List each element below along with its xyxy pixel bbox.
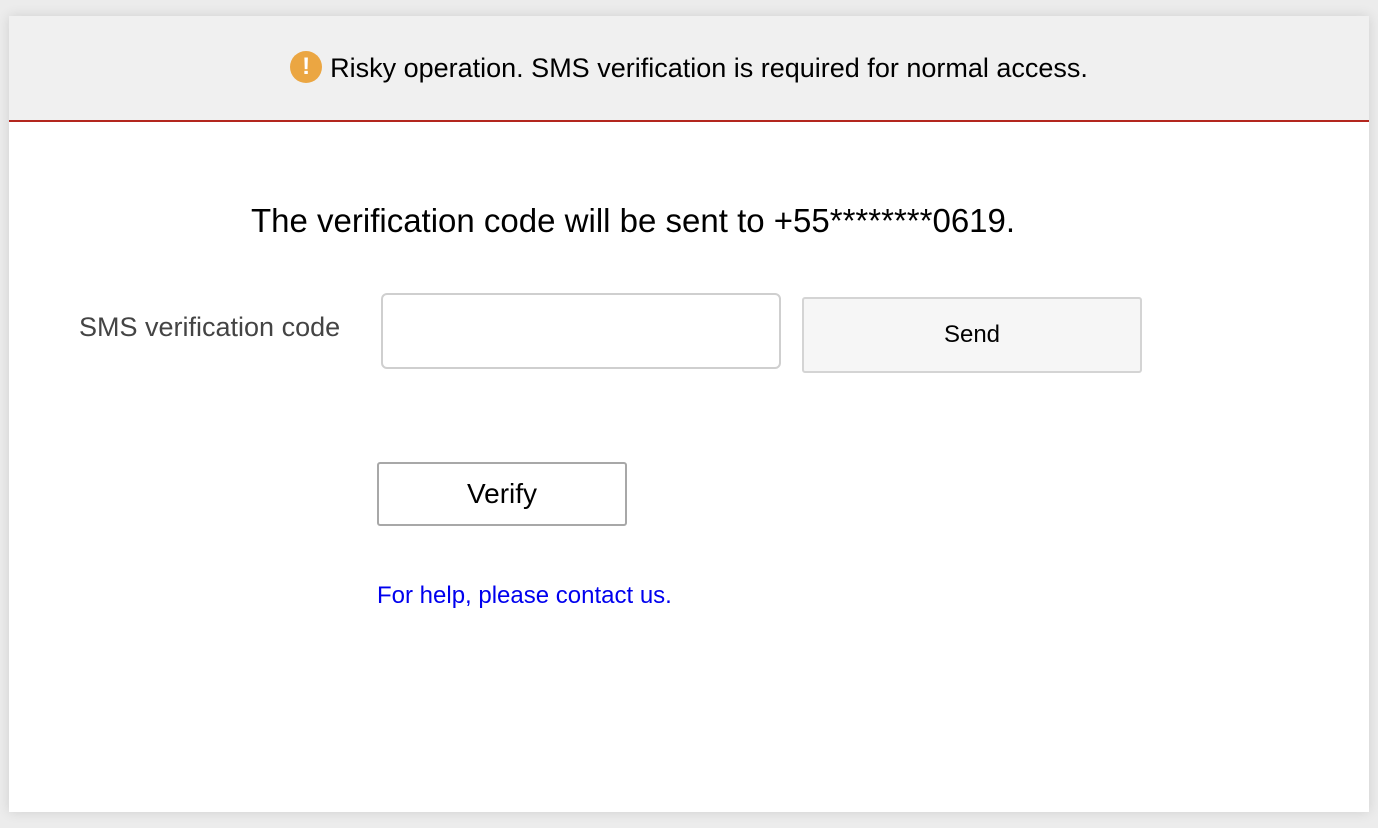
send-button[interactable]: Send bbox=[802, 297, 1142, 373]
verification-panel: ! Risky operation. SMS verification is re… bbox=[9, 16, 1369, 812]
sms-code-label: SMS verification code bbox=[79, 312, 341, 342]
warning-banner-content: ! Risky operation. SMS verification is re… bbox=[9, 51, 1369, 85]
warning-text: Risky operation. SMS verification is req… bbox=[330, 53, 1088, 83]
verify-button[interactable]: Verify bbox=[377, 462, 627, 526]
sms-code-input[interactable] bbox=[381, 293, 781, 369]
verification-notice: The verification code will be sent to +5… bbox=[251, 202, 1016, 239]
warning-icon: ! bbox=[290, 51, 323, 83]
warning-banner: ! Risky operation. SMS verification is re… bbox=[9, 16, 1369, 122]
help-link[interactable]: For help, please contact us. bbox=[377, 582, 672, 610]
